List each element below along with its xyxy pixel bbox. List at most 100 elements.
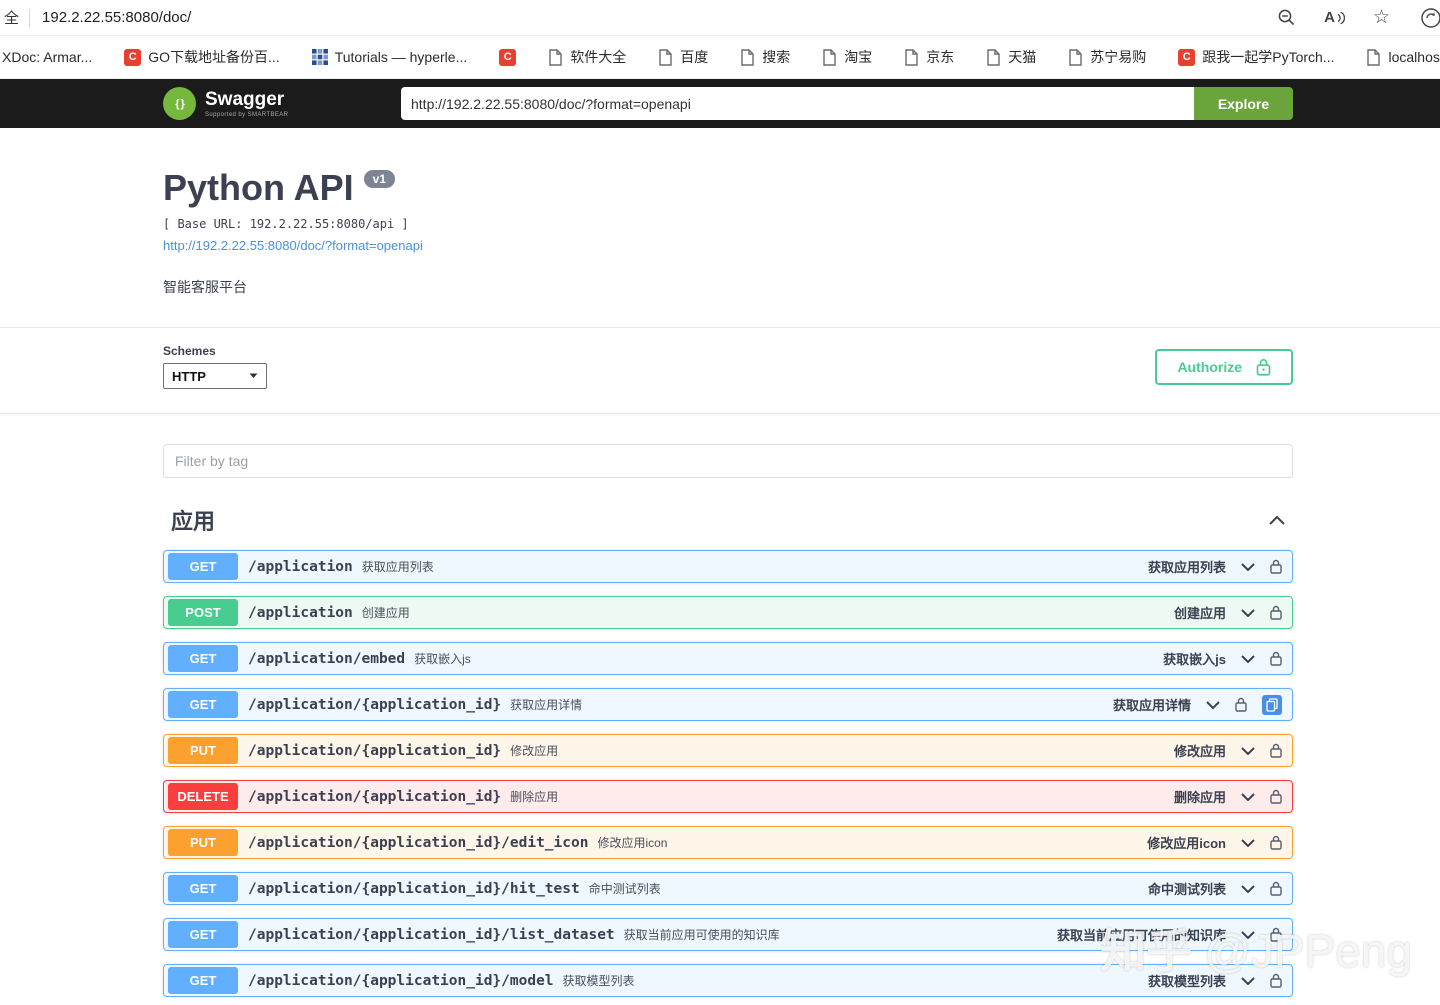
chevron-down-icon[interactable] [1241,792,1255,801]
chevron-down-icon[interactable] [1241,746,1255,755]
lock-icon[interactable] [1270,973,1282,988]
chevron-down-icon[interactable] [1241,562,1255,571]
bookmark-item[interactable]: 软件大全 [548,47,626,67]
api-description: 智能客服平台 [163,279,247,295]
bookmark-item[interactable]: 淘宝 [822,47,872,67]
bookmark-item[interactable]: 京东 [904,47,954,67]
bookmark-label: 天猫 [1008,49,1037,65]
method-badge: GET [168,645,238,672]
copy-button[interactable] [1262,694,1282,715]
chevron-up-icon[interactable] [1269,515,1285,525]
chevron-down-icon[interactable] [1241,976,1255,985]
security-indicator[interactable]: 全 [4,7,19,28]
bookmark-item[interactable]: 搜索 [740,47,790,67]
csdn-icon: C [1178,48,1196,66]
lock-icon[interactable] [1270,789,1282,804]
operation-row[interactable]: GET /application/embed 获取嵌入js 获取嵌入js [163,642,1293,675]
operation-summary: 创建应用 [1173,606,1226,621]
tag-section-header[interactable]: 应用 [163,498,1293,550]
bookmark-item[interactable]: 百度 [658,47,708,67]
spec-link[interactable]: http://192.2.22.55:8080/doc/?format=open… [163,238,423,253]
operation-path[interactable]: /application/{application_id} [248,789,501,805]
bookmark-item[interactable]: C [499,48,517,66]
spec-url-input[interactable] [401,87,1194,120]
bookmark-item[interactable]: 苏宁易购 [1068,47,1146,67]
page-icon [740,48,755,66]
operation-path-description: 获取应用详情 [510,698,583,712]
operation-row[interactable]: GET /application 获取应用列表 获取应用列表 [163,550,1293,583]
chevron-down-icon[interactable] [1241,608,1255,617]
page-icon [904,48,919,66]
operation-path-description: 修改应用 [510,744,559,758]
chevron-down-icon[interactable] [1241,884,1255,893]
operation-path[interactable]: /application/{application_id} [248,697,501,713]
read-aloud-icon[interactable]: A [1324,9,1345,26]
bookmark-label: 京东 [926,49,955,65]
operation-path[interactable]: /application/embed [248,651,405,667]
chevron-down-icon[interactable] [1206,700,1220,709]
chevron-down-icon[interactable] [1241,930,1255,939]
address-url[interactable]: 192.2.22.55:8080/doc/ [42,9,191,26]
lock-icon[interactable] [1270,927,1282,942]
operation-row[interactable]: DELETE /application/{application_id} 删除应… [163,780,1293,813]
bookmark-item[interactable]: localhost:8080/blad... [1366,48,1440,66]
read-aloud-letter: A [1324,9,1335,26]
bookmark-item[interactable]: XDoc: Armar... [2,49,92,65]
lock-icon[interactable] [1270,651,1282,666]
operation-row[interactable]: GET /application/{application_id}/model … [163,964,1293,997]
api-title-text: Python API [163,167,354,208]
operation-row[interactable]: GET /application/{application_id}/hit_te… [163,872,1293,905]
grid-icon [311,49,328,65]
chevron-down-icon[interactable] [1241,838,1255,847]
bookmark-label: localhost:8080/blad... [1388,49,1440,65]
operation-row[interactable]: POST /application 创建应用 创建应用 [163,596,1293,629]
operation-row[interactable]: PUT /application/{application_id} 修改应用 修… [163,734,1293,767]
method-badge: DELETE [168,783,238,810]
method-badge: PUT [168,737,238,764]
lock-icon[interactable] [1270,881,1282,896]
operation-row[interactable]: GET /application/{application_id} 获取应用详情… [163,688,1293,721]
bookmark-item[interactable]: C GO下载地址备份百... [124,47,280,67]
authorize-button[interactable]: Authorize [1155,348,1293,385]
swagger-logo[interactable]: { } Swagger Supported by SMARTBEAR [163,87,288,120]
swagger-logo-text: Swagger [205,88,285,110]
method-badge: PUT [168,829,238,856]
csdn-icon: C [499,48,517,66]
lock-icon[interactable] [1270,605,1282,620]
bookmark-item[interactable]: Tutorials — hyperle... [311,49,468,65]
scheme-select[interactable]: HTTP [163,363,267,389]
bookmark-item[interactable]: C 跟我一起学PyTorch... [1178,47,1334,67]
lock-icon[interactable] [1270,835,1282,850]
method-badge: GET [168,691,238,718]
swagger-logo-icon: { } [163,87,196,120]
version-badge: v1 [363,170,396,188]
operation-path[interactable]: /application [248,559,353,575]
operation-path[interactable]: /application/{application_id} [248,743,501,759]
favorite-star-icon[interactable]: ☆ [1373,6,1390,29]
operation-path[interactable]: /application/{application_id}/model [248,973,554,989]
operation-row[interactable]: PUT /application/{application_id}/edit_i… [163,826,1293,859]
method-badge: GET [168,553,238,580]
operation-path[interactable]: /application/{application_id}/hit_test [248,881,580,897]
bookmark-item[interactable]: 天猫 [986,47,1036,67]
operation-row[interactable]: GET /application/{application_id}/list_d… [163,918,1293,951]
page-icon [986,48,1001,66]
operation-path-description: 创建应用 [361,606,410,620]
chevron-down-icon[interactable] [1241,654,1255,663]
operation-summary: 获取模型列表 [1147,974,1226,989]
operation-path[interactable]: /application/{application_id}/edit_icon [248,835,588,851]
lock-icon[interactable] [1270,743,1282,758]
lock-icon[interactable] [1270,559,1282,574]
filter-input[interactable] [163,444,1293,478]
schemes-label: Schemes [163,344,216,358]
browser-sync-icon[interactable] [1418,5,1440,31]
page-icon [548,48,563,66]
operation-summary: 获取嵌入js [1163,652,1226,667]
bookmark-label: Tutorials — hyperle... [334,49,468,65]
zoom-out-icon[interactable] [1277,8,1296,27]
operation-path[interactable]: /application [248,605,353,621]
lock-icon[interactable] [1235,697,1247,712]
explore-button[interactable]: Explore [1194,87,1293,120]
tag-title: 应用 [171,509,216,534]
operation-path[interactable]: /application/{application_id}/list_datas… [248,927,615,943]
